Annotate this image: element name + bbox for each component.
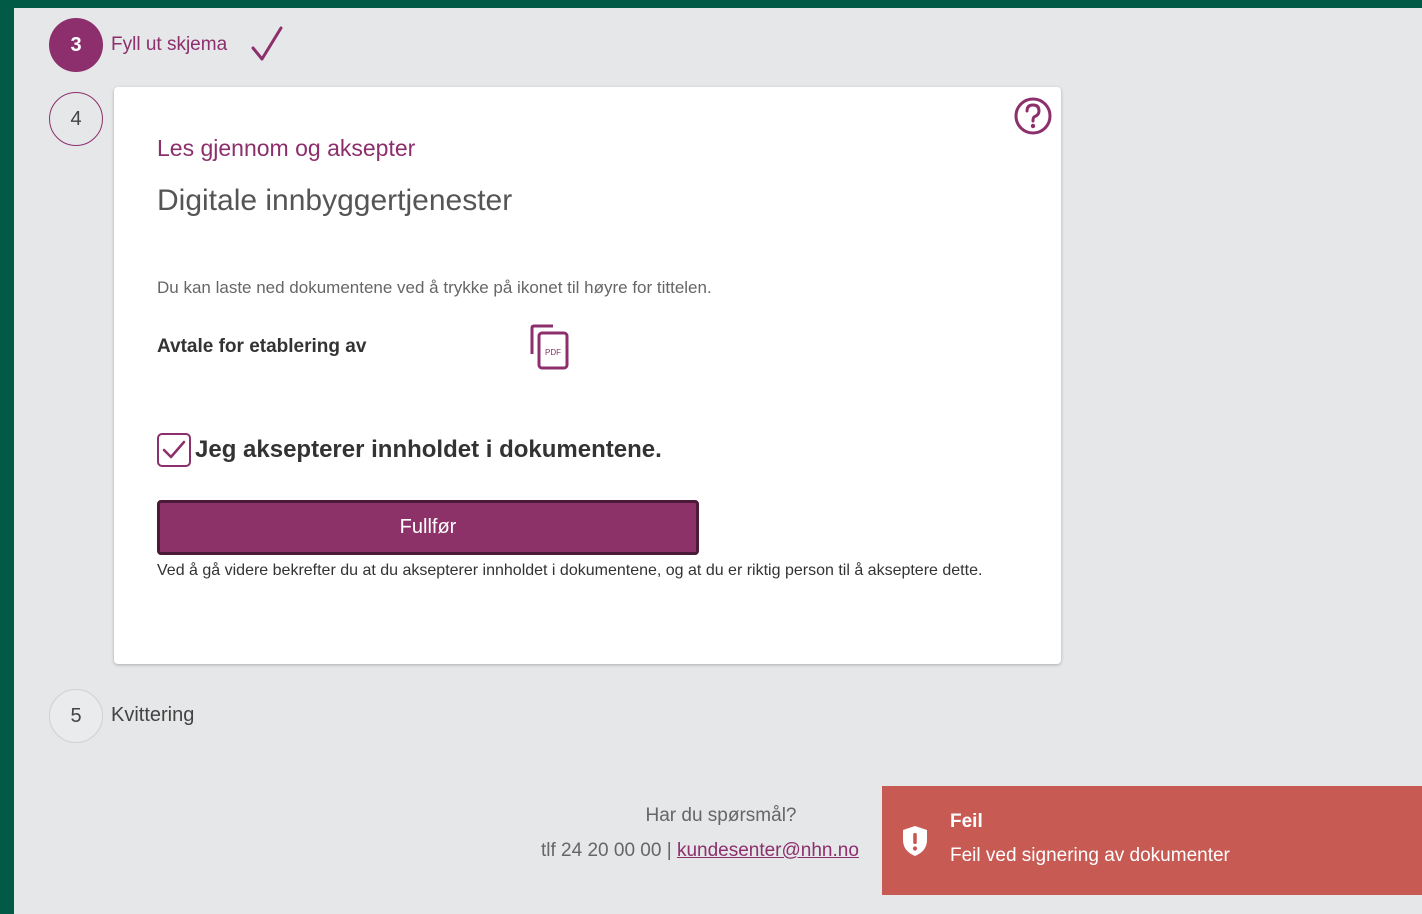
finish-note: Ved å gå videre bekrefter du at du aksep… bbox=[157, 562, 983, 579]
footer-contact: tlf 24 20 00 00 | kundesenter@nhn.no bbox=[541, 840, 859, 862]
finish-button[interactable]: Fullfør bbox=[157, 500, 699, 555]
accept-checkbox-row[interactable]: Jeg aksepterer innholdet i dokumentene. bbox=[157, 433, 662, 467]
accept-checkbox[interactable] bbox=[157, 433, 191, 467]
document-title: Avtale for etablering av bbox=[157, 336, 367, 357]
checkmark-icon bbox=[251, 26, 283, 61]
pdf-download-icon[interactable]: PDF bbox=[529, 324, 571, 372]
support-email-link[interactable]: kundesenter@nhn.no bbox=[677, 840, 859, 861]
card-subtitle: Les gjennom og aksepter bbox=[157, 135, 416, 161]
toast-title: Feil bbox=[950, 811, 983, 832]
step-3-label: Fyll ut skjema bbox=[111, 34, 228, 55]
check-icon bbox=[162, 440, 186, 459]
step-3-marker: 3 bbox=[49, 18, 103, 72]
step-4-marker: 4 bbox=[49, 92, 103, 146]
shield-alert-icon bbox=[903, 826, 927, 856]
accept-documents-card: Les gjennom og aksepter Digitale innbygg… bbox=[114, 87, 1061, 664]
accept-label: Jeg aksepterer innholdet i dokumentene. bbox=[195, 436, 662, 463]
toast-message: Feil ved signering av dokumenter bbox=[950, 845, 1230, 866]
download-instructions: Du kan laste ned dokumentene ved å trykk… bbox=[157, 278, 712, 297]
help-icon[interactable] bbox=[1013, 96, 1053, 136]
step-5-marker: 5 bbox=[49, 689, 103, 743]
step-5-number: 5 bbox=[70, 704, 82, 727]
step-3-number: 3 bbox=[70, 33, 82, 56]
card-title: Digitale innbyggertjenester bbox=[157, 184, 513, 217]
step-4-number: 4 bbox=[70, 107, 82, 130]
step-5-label: Kvittering bbox=[111, 704, 195, 726]
footer-phone: tlf 24 20 00 00 | bbox=[541, 840, 677, 861]
pdf-icon-text: PDF bbox=[545, 348, 561, 357]
error-toast[interactable]: Feil Feil ved signering av dokumenter bbox=[882, 786, 1422, 895]
